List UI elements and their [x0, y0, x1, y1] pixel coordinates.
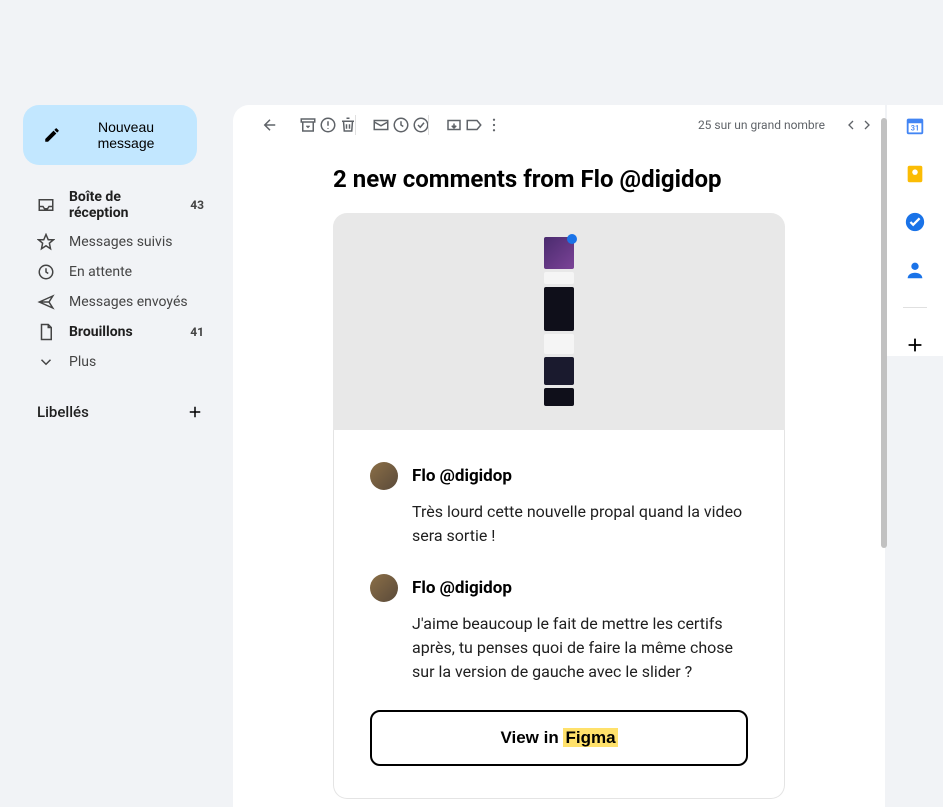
svg-text:31: 31: [911, 124, 919, 133]
email-body: 2 new comments from Flo @digidop Flo @di…: [233, 145, 885, 807]
thumbnail: [544, 388, 574, 406]
star-icon: [37, 233, 55, 251]
email-subject: 2 new comments from Flo @digidop: [333, 165, 785, 193]
preview-thumbnails: [544, 237, 574, 406]
tasks-app-icon[interactable]: [904, 211, 926, 233]
nav-label: Messages suivis: [69, 234, 204, 250]
comment-text: J'aime beaucoup le fait de mettre les ce…: [412, 612, 748, 684]
toolbar-separator: [428, 115, 429, 135]
nav-item-drafts[interactable]: Brouillons 41: [23, 317, 218, 347]
nav-item-snoozed[interactable]: En attente: [23, 257, 218, 287]
comment-item: Flo @digidop Très lourd cette nouvelle p…: [370, 462, 748, 548]
file-icon: [37, 323, 55, 341]
nav-label: En attente: [69, 264, 204, 280]
nav-label: Messages envoyés: [69, 294, 204, 310]
email-toolbar: 25 sur un grand nombre: [233, 105, 885, 145]
more-button[interactable]: [475, 116, 495, 134]
prev-button[interactable]: [835, 117, 851, 133]
thumbnail: [544, 334, 574, 354]
thumbnail: [544, 357, 574, 385]
clock-icon: [37, 263, 55, 281]
spam-button[interactable]: [309, 116, 329, 134]
compose-button[interactable]: Nouveau message: [23, 105, 197, 165]
pencil-icon: [43, 126, 61, 144]
nav-count: 43: [190, 198, 204, 212]
email-panel: 25 sur un grand nombre 2 new comments fr…: [233, 105, 885, 807]
label-button[interactable]: [455, 116, 475, 134]
comment-text: Très lourd cette nouvelle propal quand l…: [412, 500, 748, 548]
add-label-button[interactable]: [186, 403, 204, 421]
nav-item-inbox[interactable]: Boîte de réception 43: [23, 183, 218, 227]
contacts-app-icon[interactable]: [904, 259, 926, 281]
labels-title: Libellés: [37, 403, 89, 421]
back-button[interactable]: [251, 116, 271, 134]
cta-highlight: Figma: [563, 728, 617, 747]
nav-item-more[interactable]: Plus: [23, 347, 218, 377]
nav-label: Boîte de réception: [69, 189, 176, 221]
pagination-text: 25 sur un grand nombre: [698, 118, 825, 132]
add-app-button[interactable]: [904, 334, 926, 356]
next-button[interactable]: [851, 117, 867, 133]
cta-prefix: View in: [500, 728, 563, 747]
nav-label: Brouillons: [69, 324, 176, 340]
thumbnail: [544, 287, 574, 331]
nav-label: Plus: [69, 354, 204, 370]
calendar-app-icon[interactable]: 31: [904, 115, 926, 137]
snooze-button[interactable]: [382, 116, 402, 134]
comment-author: Flo @digidop: [412, 466, 512, 486]
nav-count: 41: [190, 325, 204, 339]
rail-separator: [903, 307, 927, 308]
archive-button[interactable]: [289, 116, 309, 134]
comment-author: Flo @digidop: [412, 578, 512, 598]
sidebar: Nouveau message Boîte de réception 43 Me…: [23, 105, 233, 807]
mark-unread-button[interactable]: [362, 116, 382, 134]
avatar: [370, 462, 398, 490]
figma-preview: [333, 213, 785, 430]
move-to-button[interactable]: [435, 116, 455, 134]
avatar: [370, 574, 398, 602]
delete-button[interactable]: [329, 116, 349, 134]
thumbnail: [544, 272, 574, 284]
add-task-button[interactable]: [402, 116, 422, 134]
labels-section: Libellés: [23, 403, 218, 421]
inbox-icon: [37, 196, 55, 214]
comments-container: Flo @digidop Très lourd cette nouvelle p…: [333, 430, 785, 799]
keep-app-icon[interactable]: [904, 163, 926, 185]
send-icon: [37, 293, 55, 311]
comment-item: Flo @digidop J'aime beaucoup le fait de …: [370, 574, 748, 684]
view-in-figma-button[interactable]: View in Figma: [370, 710, 748, 766]
chevron-down-icon: [37, 353, 55, 371]
thumbnail: [544, 237, 574, 269]
nav-item-starred[interactable]: Messages suivis: [23, 227, 218, 257]
nav-list: Boîte de réception 43 Messages suivis En…: [23, 183, 218, 377]
nav-item-sent[interactable]: Messages envoyés: [23, 287, 218, 317]
toolbar-separator: [355, 115, 356, 135]
right-rail: 31: [887, 105, 943, 356]
compose-label: Nouveau message: [75, 119, 177, 151]
